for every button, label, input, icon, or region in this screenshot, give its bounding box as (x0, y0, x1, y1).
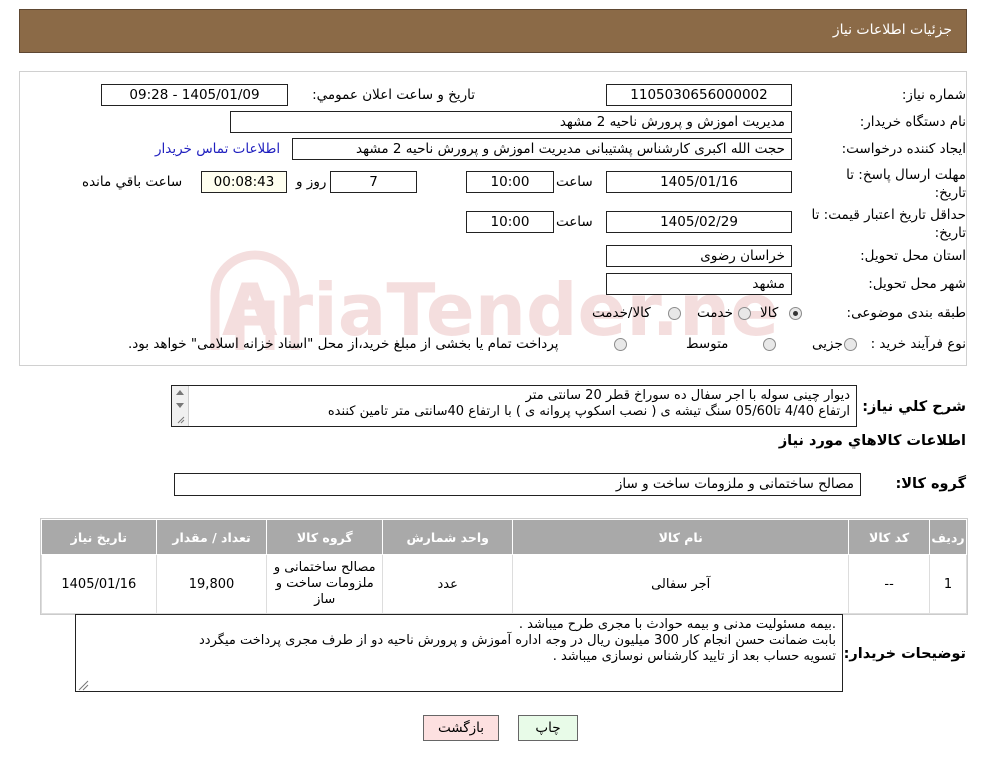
col-quantity: تعداد / مقدار (155, 519, 268, 555)
remaining-time-label: ساعت باقي مانده (82, 174, 183, 190)
province-field: خراسان رضوی (606, 245, 792, 267)
buyer-notes-textarea[interactable]: .بیمه مسئولیت مدنی و بیمه حوادث با مجری … (75, 614, 843, 692)
price-validity-date: 1405/02/29 (606, 211, 792, 233)
goods-group-label: گروه کالا: (895, 476, 966, 492)
reply-deadline-label: مهلت ارسال پاسخ: تا تاریخ: (846, 167, 966, 201)
description-scrollbar[interactable] (172, 386, 189, 426)
purchase-option-medium: متوسط (686, 336, 729, 352)
category-label: طبقه بندی موضوعی: (846, 305, 966, 321)
buyer-org-field: مدیریت اموزش و پرورش ناحیه 2 مشهد (230, 111, 792, 133)
reply-time-label: ساعت (556, 174, 593, 190)
city-field: مشهد (606, 273, 792, 295)
print-button[interactable]: چاپ (518, 715, 578, 741)
page-title: جزئیات اطلاعات نیاز (832, 22, 952, 38)
buyer-notes-line-2: بابت ضمانت حسن انجام کار 300 میلیون ریال… (199, 633, 836, 648)
cell-item-group: مصالح ساختمانی و ملزومات ساخت و ساز (266, 554, 384, 614)
resize-handle-icon[interactable] (77, 679, 89, 691)
items-table-container: ردیف کد کالا نام کالا واحد شمارش گروه کا… (40, 518, 968, 615)
purchase-radio-partial[interactable] (844, 338, 857, 351)
category-radio-service[interactable] (738, 307, 751, 320)
buyer-notes-line-3: تسویه حساب بعد از تایید کارشناس نوسازی م… (552, 649, 836, 664)
announce-date-field: 1405/01/09 - 09:28 (101, 84, 288, 106)
cell-need-date: 1405/01/16 (41, 554, 157, 614)
description-line-2: ارتفاع 4/40 تا05/60 سنگ تیشه ی ( نصب اسک… (327, 404, 850, 419)
buyer-org-label: نام دستگاه خریدار: (859, 114, 966, 130)
description-label: شرح کلي نیاز: (862, 399, 966, 415)
remaining-time-field: 00:08:43 (201, 171, 287, 193)
category-radio-goods-service[interactable] (668, 307, 681, 320)
city-label: شهر محل تحویل: (868, 276, 966, 292)
price-validity-label: حداقل تاریخ اعتبار قیمت: تا تاریخ: (811, 207, 966, 241)
category-option-goods: کالا (760, 305, 779, 321)
need-number-field: 1105030656000002 (606, 84, 792, 106)
cell-row-number: 1 (929, 554, 967, 614)
buyer-notes-line-1: .بیمه مسئولیت مدنی و بیمه حوادث با مجری … (518, 617, 836, 632)
reply-deadline-time: 10:00 (466, 171, 554, 193)
reply-deadline-date: 1405/01/16 (606, 171, 792, 193)
col-item-name: نام کالا (512, 519, 850, 555)
cell-quantity: 19,800 (155, 554, 268, 614)
requester-label: ایجاد کننده درخواست: (841, 141, 966, 157)
cell-unit: عدد (382, 554, 514, 614)
category-option-service: خدمت (697, 305, 733, 321)
purchase-radio-medium[interactable] (763, 338, 776, 351)
province-label: استان محل تحویل: (860, 248, 966, 264)
page-header: جزئیات اطلاعات نیاز (19, 9, 967, 53)
col-need-date: تاریخ نیاز (41, 519, 157, 555)
col-item-code: کد کالا (848, 519, 931, 555)
purchase-type-label: نوع فرآیند خرید : (870, 336, 966, 352)
price-validity-time: 10:00 (466, 211, 554, 233)
items-table: ردیف کد کالا نام کالا واحد شمارش گروه کا… (41, 519, 967, 614)
back-button[interactable]: بازگشت (423, 715, 499, 741)
need-number-label: شماره نیاز: (901, 87, 966, 103)
cell-item-code: -- (848, 554, 931, 614)
scroll-arrows-icon (176, 390, 185, 424)
treasury-checkbox[interactable] (614, 338, 627, 351)
category-option-goods-service: کالا/خدمت (592, 305, 651, 321)
category-radio-goods[interactable] (789, 307, 802, 320)
goods-group-field: مصالح ساختمانی و ملزومات ساخت و ساز (174, 473, 861, 496)
table-row: 1 -- آجر سفالی عدد مصالح ساختمانی و ملزو… (41, 554, 967, 614)
reply-days-label: روز و (296, 174, 327, 190)
requester-field: حجت الله اکبری کارشناس پشتیبانی مدیریت ا… (292, 138, 792, 160)
description-line-1: دیوار چینی سوله با اجر سفال ده سوراخ قطر… (525, 388, 850, 403)
buyer-contact-link[interactable]: اطلاعات تماس خریدار (155, 141, 280, 157)
col-unit: واحد شمارش (382, 519, 514, 555)
reply-days-field: 7 (330, 171, 417, 193)
col-item-group: گروه کالا (266, 519, 384, 555)
table-header-row: ردیف کد کالا نام کالا واحد شمارش گروه کا… (41, 519, 967, 555)
description-textarea[interactable]: دیوار چینی سوله با اجر سفال ده سوراخ قطر… (171, 385, 857, 427)
col-row-number: ردیف (929, 519, 967, 555)
cell-item-name: آجر سفالی (512, 554, 850, 614)
purchase-option-partial: جزیی (812, 336, 843, 352)
buyer-notes-label: توضیحات خریدار: (843, 646, 966, 662)
treasury-note: پرداخت تمام یا بخشی از مبلغ خرید،از محل … (128, 336, 559, 352)
announce-date-label: تاریخ و ساعت اعلان عمومي: (312, 87, 475, 103)
price-validity-time-label: ساعت (556, 214, 593, 230)
items-section-title: اطلاعات کالاهاي مورد نیاز (778, 433, 966, 449)
